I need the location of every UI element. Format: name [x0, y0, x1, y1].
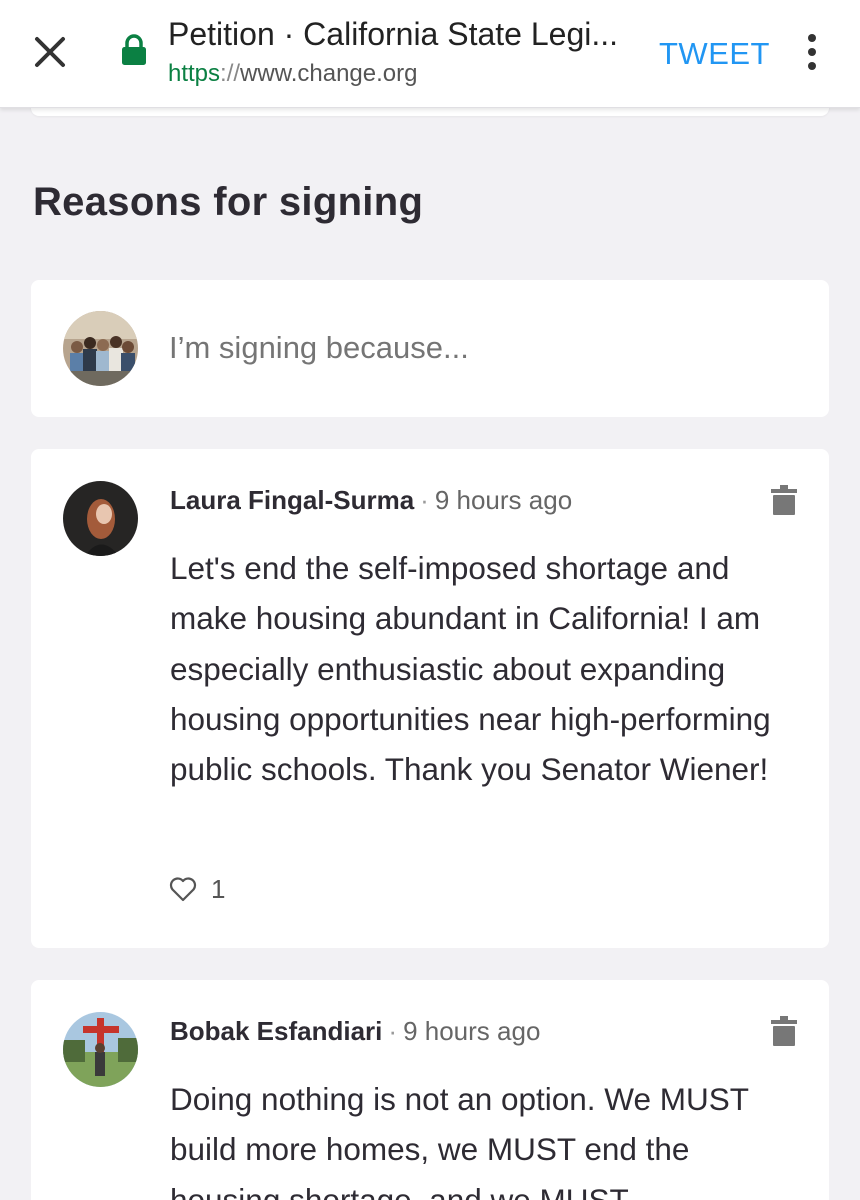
reason-input[interactable]: [169, 330, 769, 366]
comment-card: Laura Fingal-Surma · 9 hours ago Let's end…: [31, 449, 829, 948]
meta-separator: ·: [420, 485, 429, 515]
section-title: Reasons for signing: [33, 180, 424, 224]
author-name[interactable]: Bobak Esfandiari: [170, 1016, 382, 1046]
browser-toolbar: Petition · California State Legi... http…: [0, 0, 860, 108]
comment-meta: Laura Fingal-Surma · 9 hours ago: [170, 485, 572, 516]
trash-icon[interactable]: [771, 485, 797, 515]
comment-card: Bobak Esfandiari · 9 hours ago Doing nothi…: [31, 980, 829, 1200]
url-separator: ://: [220, 60, 241, 87]
close-icon: [35, 37, 65, 67]
comment-meta: Bobak Esfandiari · 9 hours ago: [170, 1016, 540, 1047]
tweet-button[interactable]: TWEET: [659, 36, 770, 72]
lock-icon: [120, 34, 148, 66]
close-button[interactable]: [30, 32, 70, 72]
author-name[interactable]: Laura Fingal-Surma: [170, 485, 414, 515]
timestamp: 9 hours ago: [403, 1016, 541, 1046]
timestamp: 9 hours ago: [434, 485, 573, 515]
comment-text: Let's end the self-imposed shortage and …: [170, 550, 771, 788]
url-bar[interactable]: https://www.change.org: [168, 60, 417, 88]
url-scheme: https: [168, 60, 221, 87]
meta-separator: ·: [388, 1016, 398, 1046]
compose-card: [31, 280, 829, 417]
page-title: Petition · California State Legi...: [168, 16, 619, 52]
url-host: www.change.org: [240, 60, 418, 87]
like-count: 1: [211, 873, 226, 904]
avatar: [63, 481, 138, 556]
more-vert-icon[interactable]: [798, 30, 826, 74]
avatar: [63, 311, 138, 386]
trash-icon[interactable]: [771, 1016, 797, 1046]
like-button[interactable]: 1: [169, 874, 225, 904]
heart-icon: [169, 877, 197, 902]
avatar: [63, 1012, 138, 1087]
comment-text: Doing nothing is not an option. We MUST …: [170, 1081, 749, 1200]
